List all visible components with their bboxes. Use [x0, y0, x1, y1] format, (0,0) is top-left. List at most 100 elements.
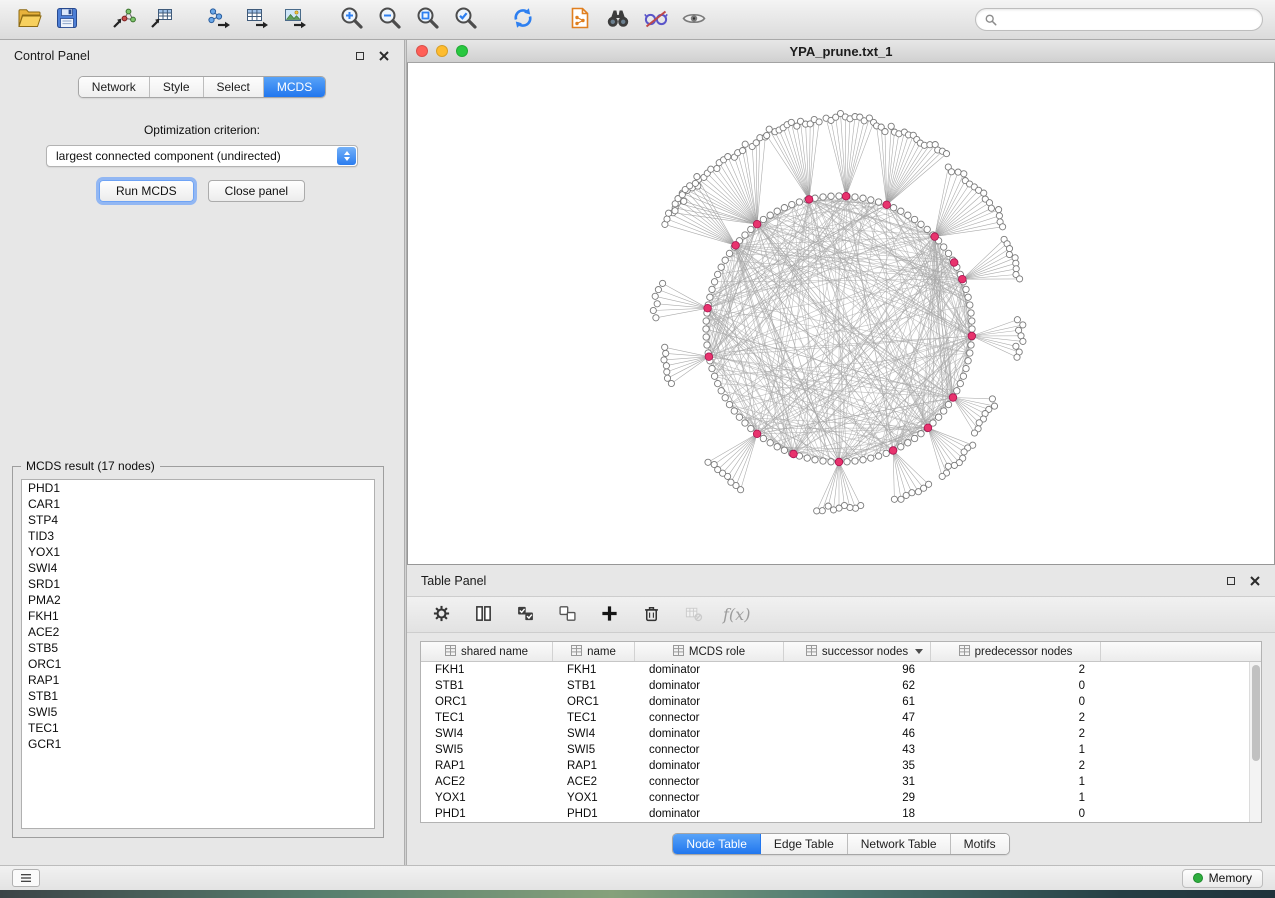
- network-window-titlebar[interactable]: YPA_prune.txt_1: [407, 40, 1275, 63]
- window-controls: [416, 45, 468, 57]
- scrollbar-thumb[interactable]: [1252, 665, 1260, 761]
- table-row[interactable]: YOX1YOX1connector291: [421, 790, 1261, 806]
- tab-select[interactable]: Select: [204, 77, 264, 97]
- mcds-result-item[interactable]: STB5: [22, 640, 374, 656]
- table-panel-header: Table Panel: [407, 565, 1275, 591]
- zoom-fit-button[interactable]: [411, 3, 444, 36]
- import-network-button[interactable]: [107, 3, 140, 36]
- hide-annotations-button[interactable]: [639, 3, 672, 36]
- search-network-button[interactable]: [601, 3, 634, 36]
- tab-style[interactable]: Style: [150, 77, 204, 97]
- tab-network[interactable]: Network: [79, 77, 150, 97]
- tab-network-table[interactable]: Network Table: [848, 834, 951, 854]
- mcds-result-item[interactable]: PHD1: [22, 480, 374, 496]
- mcds-result-item[interactable]: YOX1: [22, 544, 374, 560]
- table-column-icon: [445, 645, 456, 659]
- run-mcds-button[interactable]: Run MCDS: [99, 180, 194, 202]
- tab-edge-table[interactable]: Edge Table: [761, 834, 848, 854]
- tab-motifs[interactable]: Motifs: [951, 834, 1009, 854]
- table-row[interactable]: STB1STB1dominator620: [421, 678, 1261, 694]
- network-view-window: YPA_prune.txt_1: [407, 40, 1275, 565]
- hide-annotations-icon: [643, 5, 669, 34]
- table-row[interactable]: FKH1FKH1dominator962: [421, 662, 1261, 678]
- columns-icon: [474, 604, 493, 626]
- mcds-result-item[interactable]: PMA2: [22, 592, 374, 608]
- mcds-result-item[interactable]: FKH1: [22, 608, 374, 624]
- status-bar: Memory: [0, 865, 1275, 890]
- close-table-panel-button[interactable]: [1247, 573, 1263, 589]
- mcds-result-item[interactable]: TID3: [22, 528, 374, 544]
- import-table-button[interactable]: [145, 3, 178, 36]
- mcds-result-item[interactable]: SWI4: [22, 560, 374, 576]
- maximize-window-icon[interactable]: [456, 45, 468, 57]
- refresh-layout-button[interactable]: [506, 3, 539, 36]
- add-row-button[interactable]: [597, 602, 622, 627]
- zoom-out-button[interactable]: [373, 3, 406, 36]
- column-header-predecessor-nodes[interactable]: predecessor nodes: [931, 642, 1101, 661]
- tab-node-table[interactable]: Node Table: [673, 834, 761, 854]
- function-builder-button[interactable]: f(x): [723, 605, 750, 624]
- table-row[interactable]: SWI5SWI5connector431: [421, 742, 1261, 758]
- column-label: name: [587, 646, 616, 658]
- settings-button[interactable]: [429, 602, 454, 627]
- export-table-button[interactable]: [240, 3, 273, 36]
- columns-button[interactable]: [471, 602, 496, 627]
- column-header-mcds-role[interactable]: MCDS role: [635, 642, 784, 661]
- open-file-button[interactable]: [12, 3, 45, 36]
- table-row[interactable]: ORC1ORC1dominator610: [421, 694, 1261, 710]
- column-header-successor-nodes[interactable]: successor nodes: [784, 642, 931, 661]
- float-table-panel-button[interactable]: [1223, 573, 1239, 589]
- zoom-selected-button[interactable]: [449, 3, 482, 36]
- deselect-all-button[interactable]: [555, 602, 580, 627]
- show-annotations-button[interactable]: [677, 3, 710, 36]
- select-all-button[interactable]: [513, 602, 538, 627]
- column-header-filler: [1101, 642, 1261, 661]
- mcds-result-item[interactable]: SWI5: [22, 704, 374, 720]
- column-label: successor nodes: [822, 646, 908, 658]
- table-row[interactable]: ACE2ACE2connector311: [421, 774, 1261, 790]
- column-header-shared-name[interactable]: shared name: [421, 642, 553, 661]
- mcds-result-item[interactable]: CAR1: [22, 496, 374, 512]
- mcds-result-item[interactable]: SRD1: [22, 576, 374, 592]
- table-row[interactable]: SWI4SWI4dominator462: [421, 726, 1261, 742]
- table-cell: SWI5: [553, 742, 635, 758]
- tab-mcds[interactable]: MCDS: [264, 77, 325, 97]
- close-panel-button[interactable]: [376, 48, 392, 64]
- table-cell: 2: [931, 758, 1101, 774]
- table-row[interactable]: TEC1TEC1connector472: [421, 710, 1261, 726]
- minimize-window-icon[interactable]: [436, 45, 448, 57]
- table-row[interactable]: RAP1RAP1dominator352: [421, 758, 1261, 774]
- share-document-button[interactable]: [563, 3, 596, 36]
- mcds-result-item[interactable]: ACE2: [22, 624, 374, 640]
- mcds-result-title: MCDS result (17 nodes): [21, 459, 160, 473]
- mcds-result-item[interactable]: ORC1: [22, 656, 374, 672]
- criterion-dropdown[interactable]: largest connected component (undirected): [46, 145, 358, 167]
- search-input[interactable]: [1003, 13, 1253, 27]
- search-box[interactable]: [975, 8, 1263, 31]
- network-canvas[interactable]: [407, 63, 1275, 565]
- close-window-icon[interactable]: [416, 45, 428, 57]
- mcds-result-item[interactable]: STP4: [22, 512, 374, 528]
- search-network-icon: [605, 5, 631, 34]
- mcds-result-item[interactable]: STB1: [22, 688, 374, 704]
- float-panel-button[interactable]: [352, 48, 368, 64]
- table-cell: SWI4: [553, 726, 635, 742]
- mcds-result-item[interactable]: TEC1: [22, 720, 374, 736]
- toolbar-group: [335, 3, 482, 36]
- mcds-result-item[interactable]: RAP1: [22, 672, 374, 688]
- mcds-result-item[interactable]: GCR1: [22, 736, 374, 752]
- export-image-button[interactable]: [278, 3, 311, 36]
- task-history-button[interactable]: [12, 869, 40, 887]
- table-row[interactable]: PHD1PHD1dominator180: [421, 806, 1261, 822]
- table-scrollbar[interactable]: [1249, 662, 1261, 822]
- save-session-button[interactable]: [50, 3, 83, 36]
- table-cell: 0: [931, 806, 1101, 822]
- zoom-in-button[interactable]: [335, 3, 368, 36]
- mcds-result-list[interactable]: PHD1CAR1STP4TID3YOX1SWI4SRD1PMA2FKH1ACE2…: [21, 479, 375, 829]
- delete-row-button[interactable]: [639, 602, 664, 627]
- column-header-name[interactable]: name: [553, 642, 635, 661]
- close-panel-action-button[interactable]: Close panel: [208, 180, 305, 202]
- memory-button[interactable]: Memory: [1182, 869, 1263, 888]
- export-network-button[interactable]: [202, 3, 235, 36]
- criterion-selected-value: largest connected component (undirected): [47, 149, 337, 163]
